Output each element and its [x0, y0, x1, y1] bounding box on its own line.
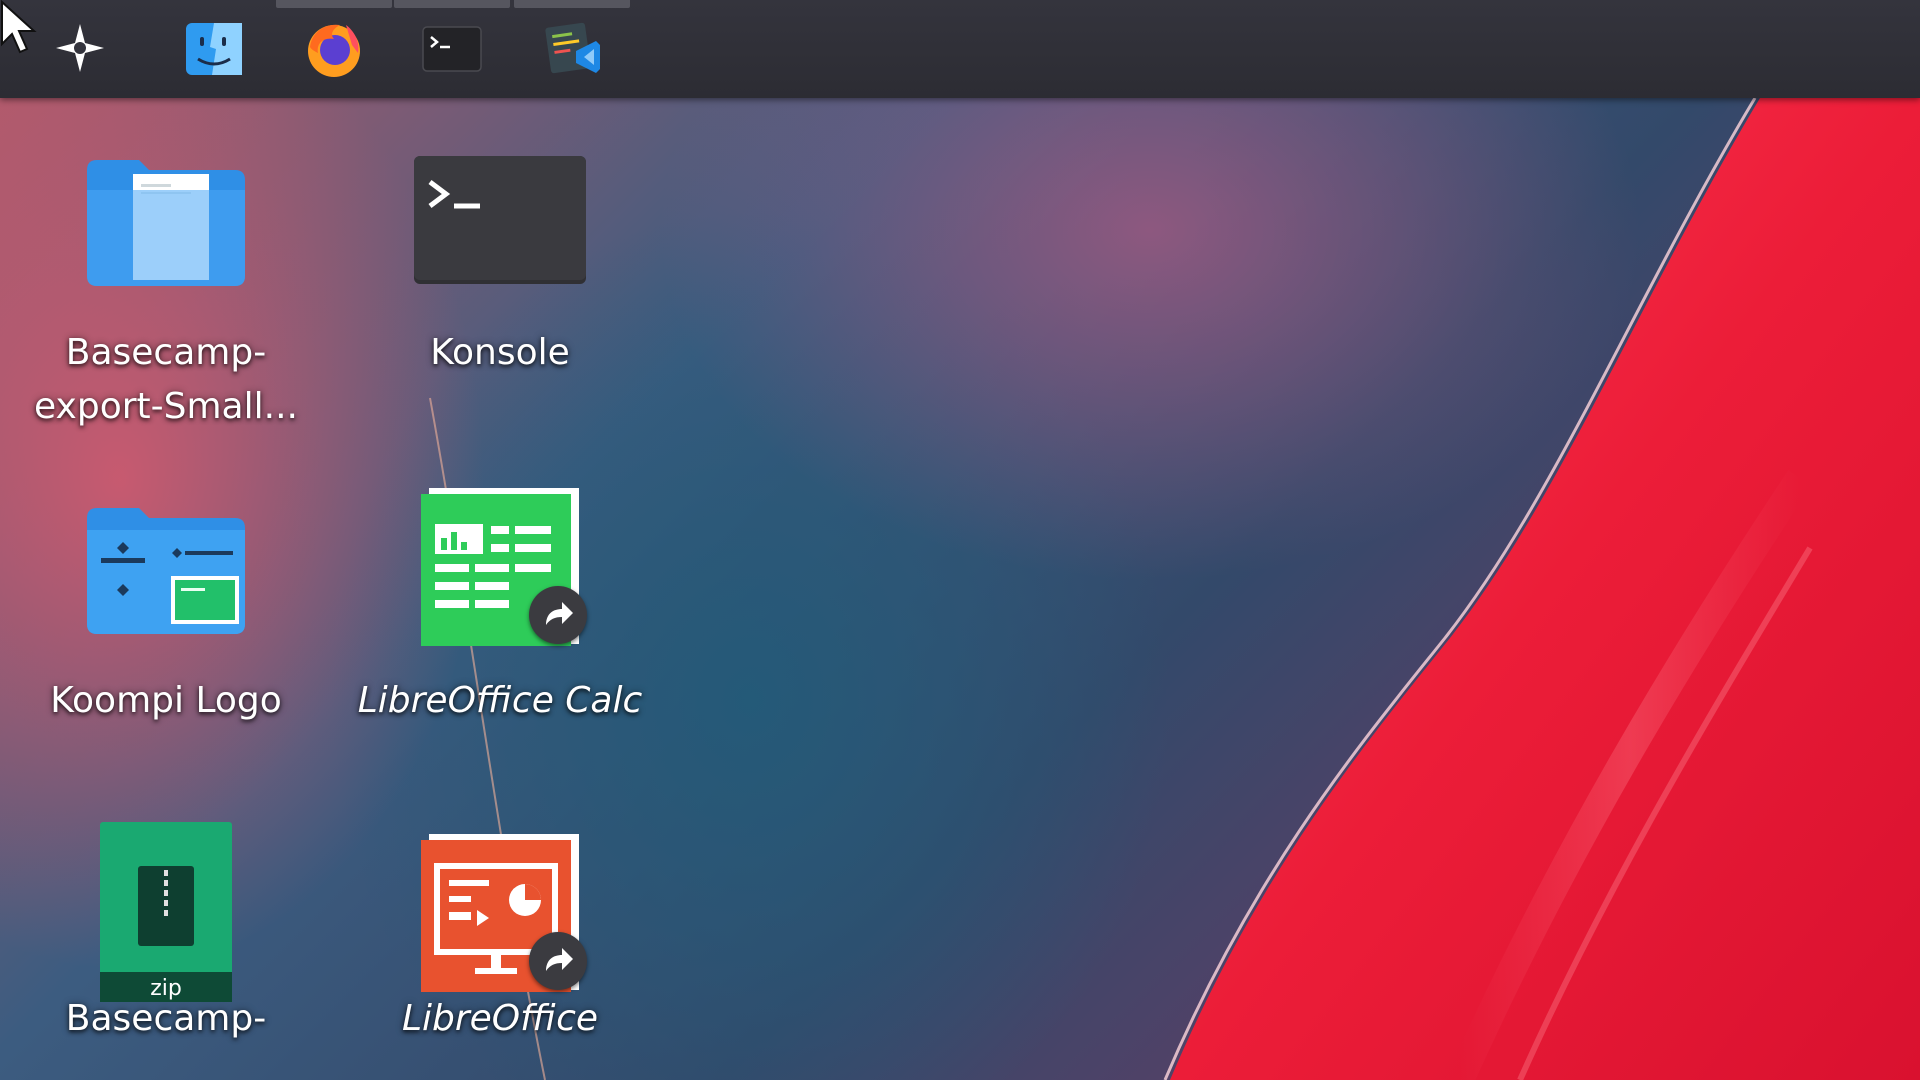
terminal-icon — [414, 156, 586, 284]
desktop-icon-label: LibreOffice Calc — [357, 680, 643, 721]
desktop-icon-libreoffice-calc[interactable]: LibreOffice Calc — [350, 486, 650, 728]
desktop-icon-libreoffice-impress[interactable]: LibreOffice — [350, 832, 650, 1046]
task-konsole[interactable] — [394, 0, 510, 98]
vscode-icon — [545, 22, 600, 74]
task-file-manager[interactable] — [156, 0, 272, 98]
desktop-icon-koompi-logo[interactable]: Koompi Logo — [16, 486, 316, 728]
mouse-cursor-icon — [1, 0, 37, 54]
desktop-icon-basecamp-folder[interactable]: Basecamp- export-Small... — [16, 138, 316, 434]
desktop-icon-label: LibreOffice — [401, 998, 599, 1039]
terminal-icon — [422, 26, 482, 72]
task-code-editor[interactable] — [514, 0, 630, 98]
folder-document-icon — [87, 160, 245, 286]
desktop-icon-konsole[interactable]: Konsole — [350, 138, 650, 380]
top-panel — [0, 0, 1920, 98]
desktop-icon-label: Basecamp- export-Small... — [34, 332, 298, 427]
finder-face-icon — [186, 23, 242, 75]
shortcut-arrow-icon — [529, 932, 587, 990]
task-firefox[interactable] — [276, 0, 392, 98]
firefox-icon — [308, 24, 360, 77]
zip-archive-icon: zip — [100, 822, 232, 1002]
shortcut-arrow-icon — [529, 586, 587, 644]
folder-images-icon — [87, 508, 245, 634]
kde-launcher-icon[interactable] — [52, 20, 108, 76]
zip-badge-text: zip — [150, 976, 182, 1001]
desktop-icon-label: Koompi Logo — [50, 680, 282, 721]
desktop-icon-basecamp-zip[interactable]: zip Basecamp- — [16, 822, 316, 1046]
desktop-icon-label: Konsole — [430, 332, 570, 373]
